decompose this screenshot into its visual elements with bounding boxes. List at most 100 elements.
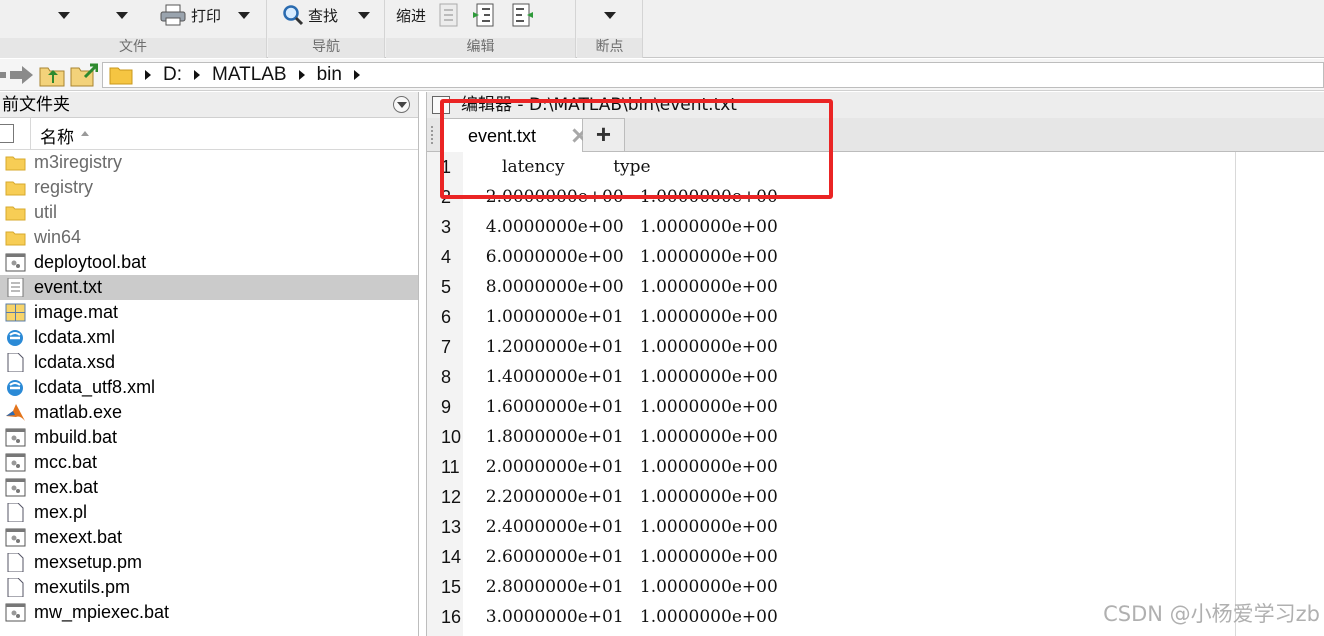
file-menu-dropdown[interactable] <box>58 3 70 27</box>
list-item[interactable]: mexsetup.pm <box>0 550 418 575</box>
file-icon <box>5 577 26 598</box>
line-text: 2.2000000e+01 1.0000000e+00 <box>475 487 778 507</box>
printer-icon <box>160 4 186 26</box>
highlight-annotation <box>440 99 833 199</box>
list-item[interactable]: image.mat <box>0 300 418 325</box>
browse-folder-icon[interactable] <box>70 63 98 87</box>
code-line[interactable]: 4 6.0000000e+00 1.0000000e+00 <box>427 242 1227 272</box>
line-number: 5 <box>441 277 452 297</box>
right-margin-line <box>1235 152 1236 636</box>
code-line[interactable]: 14 2.6000000e+01 1.0000000e+00 <box>427 542 1227 572</box>
list-item[interactable]: mex.bat <box>0 475 418 500</box>
drag-handle-icon[interactable] <box>431 126 433 144</box>
line-number: 11 <box>441 457 460 477</box>
file-name: lcdata.xsd <box>34 352 116 372</box>
name-column-header[interactable]: 名称 <box>40 123 74 148</box>
bat-file-icon <box>5 253 26 272</box>
decrease-indent-button[interactable] <box>510 3 534 27</box>
line-number: 4 <box>441 247 452 267</box>
file-name: mexext.bat <box>34 527 123 547</box>
sort-ascending-icon <box>81 131 89 136</box>
section-label-navigate: 导航 <box>312 39 340 55</box>
code-line[interactable]: 9 1.6000000e+01 1.0000000e+00 <box>427 392 1227 422</box>
code-line[interactable]: 3 4.0000000e+00 1.0000000e+00 <box>427 212 1227 242</box>
line-number: 15 <box>441 577 462 597</box>
path-separator[interactable] <box>194 70 200 80</box>
file-name: mw_mpiexec.bat <box>34 602 170 622</box>
line-text: 1.4000000e+01 1.0000000e+00 <box>475 367 778 387</box>
list-item[interactable]: mexext.bat <box>0 525 418 550</box>
breadcrumb-matlab[interactable]: MATLAB <box>212 64 287 86</box>
list-item[interactable]: deploytool.bat <box>0 250 418 275</box>
path-separator[interactable] <box>298 70 305 80</box>
code-line[interactable]: 8 1.4000000e+01 1.0000000e+00 <box>427 362 1227 392</box>
code-area[interactable]: 1 latency type 2 2.0000000e+00 1.0000000e… <box>427 152 1324 636</box>
list-item[interactable]: mex.pl <box>0 500 418 525</box>
current-folder-panel: 前文件夹 名称 m3iregistry registry util win64 depl… <box>0 92 419 636</box>
path-separator[interactable] <box>353 70 360 80</box>
list-item[interactable]: event.txt <box>0 275 418 300</box>
code-line[interactable]: 5 8.0000000e+00 1.0000000e+00 <box>427 272 1227 302</box>
list-item[interactable]: mexutils.pm <box>0 575 418 600</box>
folder-icon <box>5 228 26 247</box>
search-icon <box>283 5 304 26</box>
breadcrumb-bin[interactable]: bin <box>317 64 342 86</box>
line-number: 9 <box>441 397 452 417</box>
type-column-icon[interactable] <box>0 124 14 143</box>
file-name: mbuild.bat <box>34 427 118 447</box>
list-item[interactable]: mbuild.bat <box>0 425 418 450</box>
code-line[interactable]: 7 1.2000000e+01 1.0000000e+00 <box>427 332 1227 362</box>
chevron-down-icon <box>238 11 250 19</box>
code-line[interactable]: 6 1.0000000e+01 1.0000000e+00 <box>427 302 1227 332</box>
bat-file-icon <box>5 528 26 547</box>
breakpoints-dropdown[interactable] <box>604 3 616 27</box>
up-folder-icon[interactable] <box>39 63 65 87</box>
list-item[interactable]: lcdata.xsd <box>0 350 418 375</box>
code-line[interactable]: 12 2.2000000e+01 1.0000000e+00 <box>427 482 1227 512</box>
code-line[interactable]: 11 2.0000000e+01 1.0000000e+00 <box>427 452 1227 482</box>
list-item[interactable]: util <box>0 200 418 225</box>
code-line[interactable]: 10 1.8000000e+01 1.0000000e+00 <box>427 422 1227 452</box>
find-label: 查找 <box>308 6 339 25</box>
list-item[interactable]: mcc.bat <box>0 450 418 475</box>
panel-options-icon[interactable] <box>393 96 410 113</box>
line-text: 1.0000000e+01 1.0000000e+00 <box>475 307 778 327</box>
find-dropdown[interactable] <box>358 3 370 27</box>
list-item[interactable]: win64 <box>0 225 418 250</box>
list-item[interactable]: lcdata.xml <box>0 325 418 350</box>
line-text: 1.6000000e+01 1.0000000e+00 <box>475 397 778 417</box>
find-button[interactable]: 查找 <box>282 3 338 27</box>
forward-arrow-icon[interactable] <box>0 65 34 85</box>
breadcrumb-drive[interactable]: D: <box>163 64 182 86</box>
path-field[interactable]: D: MATLAB bin <box>102 62 1324 88</box>
code-line[interactable]: 13 2.4000000e+01 1.0000000e+00 <box>427 512 1227 542</box>
file-name: lcdata_utf8.xml <box>34 377 156 397</box>
line-text: 2.4000000e+01 1.0000000e+00 <box>475 517 778 537</box>
list-item[interactable]: m3iregistry <box>0 150 418 175</box>
file-name: mcc.bat <box>34 452 98 472</box>
list-item[interactable]: lcdata_utf8.xml <box>0 375 418 400</box>
file-name: deploytool.bat <box>34 252 147 272</box>
increase-indent-button[interactable] <box>472 3 496 27</box>
line-number: 16 <box>441 607 462 627</box>
section-label-breakpoints: 断点 <box>595 39 624 55</box>
breakpoints-section: 断点 <box>577 0 643 58</box>
current-folder-title-bar: 前文件夹 <box>0 92 418 118</box>
address-bar: D: MATLAB bin <box>0 59 1324 91</box>
print-button[interactable]: 打印 <box>160 3 221 27</box>
print-dropdown[interactable] <box>238 3 250 27</box>
indent-icon <box>439 3 458 27</box>
bat-file-icon <box>5 453 26 472</box>
file-menu-dropdown-2[interactable] <box>116 3 128 27</box>
path-separator[interactable] <box>145 70 151 80</box>
line-text: 1.2000000e+01 1.0000000e+00 <box>475 337 778 357</box>
list-item[interactable]: matlab.exe <box>0 400 418 425</box>
list-item[interactable]: registry <box>0 175 418 200</box>
bat-file-icon <box>5 603 26 622</box>
toolstrip: 打印 文件 查找 导航 缩进 编辑 断点 <box>0 0 1324 58</box>
decrease-indent-icon <box>512 3 533 27</box>
indent-label: 缩进 <box>396 6 427 25</box>
smart-indent-button[interactable] <box>438 3 460 27</box>
list-item[interactable]: mw_mpiexec.bat <box>0 600 418 625</box>
file-name: mex.pl <box>34 502 88 522</box>
